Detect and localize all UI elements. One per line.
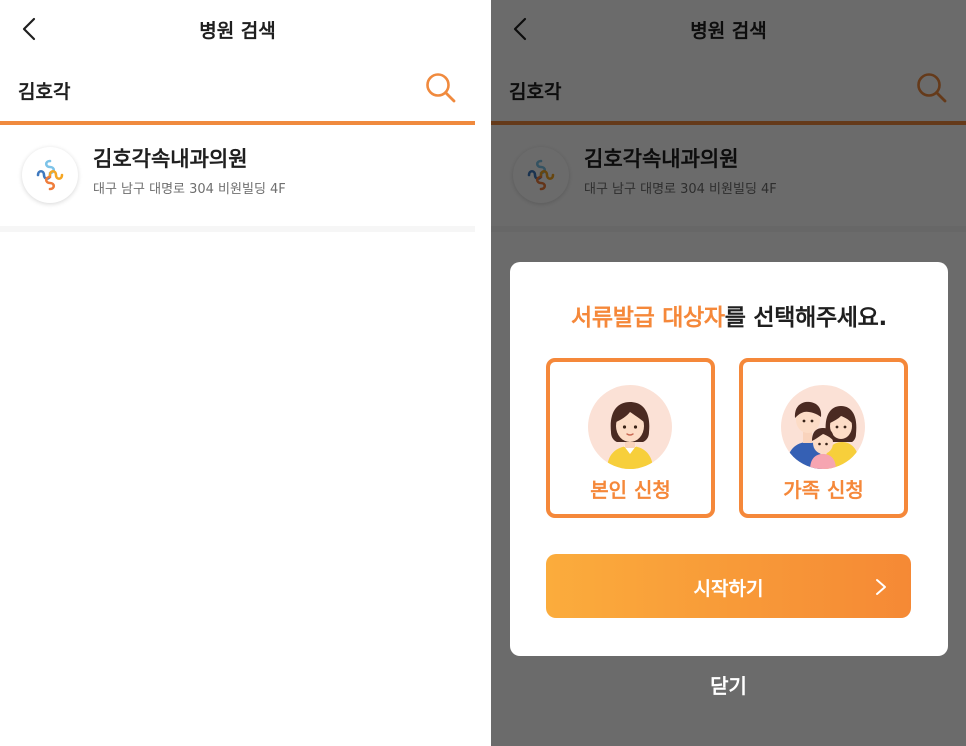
family-avatar-icon <box>781 385 865 469</box>
start-button-label: 시작하기 <box>693 578 764 600</box>
start-button[interactable]: 시작하기 <box>546 554 911 618</box>
dialog-title: 서류발급 대상자를 선택해주세요. <box>510 298 948 332</box>
family-apply-option[interactable]: 가족 신청 <box>739 358 908 518</box>
result-divider <box>0 226 475 232</box>
hospital-name: 김호각속내과의원 <box>93 147 248 171</box>
self-apply-label: 본인 신청 <box>590 478 671 502</box>
hospital-address: 대구 남구 대명로 304 비원빌딩 4F <box>93 182 286 197</box>
family-apply-label: 가족 신청 <box>783 478 864 502</box>
self-apply-option[interactable]: 본인 신청 <box>546 358 715 518</box>
applicant-select-dialog: 서류발급 대상자를 선택해주세요. 본인 신청 가족 신청 시작하기 <box>510 262 948 656</box>
search-button[interactable] <box>423 70 459 106</box>
search-icon <box>426 73 456 103</box>
hospital-result-item[interactable]: 김호각속내과의원 대구 남구 대명로 304 비원빌딩 4F <box>0 126 475 226</box>
header: 병원 검색 <box>0 0 475 60</box>
search-bar <box>0 62 475 124</box>
hospital-logo-icon <box>22 147 78 203</box>
woman-avatar-icon <box>588 385 672 469</box>
title-highlight-target: 대상자 <box>662 305 725 331</box>
search-input[interactable] <box>18 74 398 106</box>
chevron-right-icon <box>876 579 886 595</box>
title-rest: 를 선택해주세요. <box>724 305 887 331</box>
page-title: 병원 검색 <box>199 20 276 42</box>
close-button[interactable]: 닫기 <box>491 670 966 699</box>
title-highlight-document: 서류발급 <box>571 305 655 331</box>
search-underline <box>0 121 475 125</box>
search-screen-with-modal: 병원 검색 김호각속내과의원 대구 남구 대명로 304 비원빌딩 4F 서류발… <box>491 0 966 746</box>
search-screen: 병원 검색 김호각속내과의원 대구 남구 대명로 304 비원빌딩 4F <box>0 0 475 746</box>
